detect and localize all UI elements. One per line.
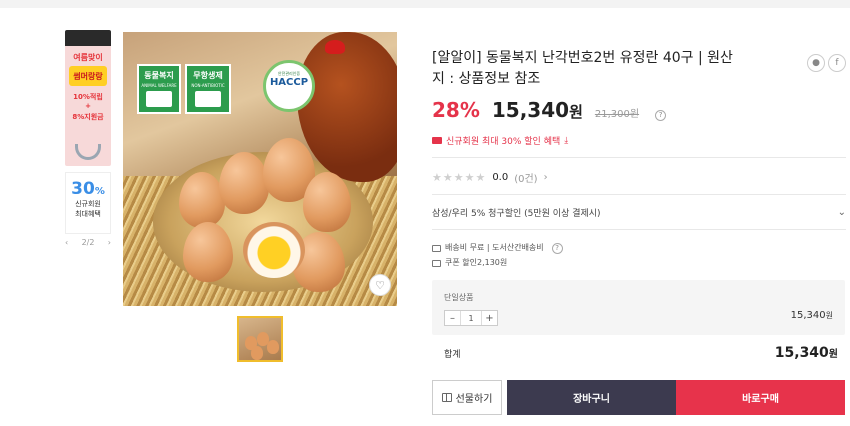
minus-icon[interactable]: – xyxy=(445,311,460,325)
shipping-info-icon[interactable]: ? xyxy=(551,242,563,254)
product-title: [알알이] 동물복지 난각번호2번 유정란 40구 | 원산지 : 상품정보 참… xyxy=(432,50,733,87)
promo-banner[interactable]: 여름맞이 썸머랑랑 10%적립 + 8%지원금 30% 신규회원 최대혜택 ‹ … xyxy=(65,30,111,250)
chevron-left-icon[interactable]: ‹ xyxy=(65,238,68,247)
promo-line-3: 8%지원금 xyxy=(72,113,104,121)
coupon-discount-text: 쿠폰 할인2,130원 xyxy=(445,258,508,267)
shipping-text: 배송비 무료 | 도서산간배송비 xyxy=(445,243,544,252)
egg xyxy=(303,172,351,232)
card-benefit-text: 삼성/우리 5% 청구할인 (5만원 이상 결제시) xyxy=(432,208,601,219)
animal-welfare-badge: 동물복지 ANIMAL WELFARE xyxy=(137,64,181,114)
card-benefit-dropdown[interactable]: 삼성/우리 5% 청구할인 (5만원 이상 결제시) ⌄ xyxy=(432,195,846,229)
price-info-icon[interactable]: ? xyxy=(655,109,667,121)
download-icon[interactable]: ⤓ xyxy=(564,136,568,146)
option-price: 15,340원 xyxy=(790,310,833,321)
hen-comb xyxy=(325,40,345,54)
promo-pager-text: 2/2 xyxy=(81,238,95,247)
coupon-ticket-icon xyxy=(432,137,442,144)
original-price: 21,300원 xyxy=(594,109,640,120)
chevron-down-icon: ⌄ xyxy=(837,206,846,218)
coupon-discount-info: 쿠폰 할인2,130원 xyxy=(432,257,846,269)
gift-button[interactable]: 선물하기 xyxy=(432,380,502,415)
divider xyxy=(432,157,846,158)
cracked-egg-yolk xyxy=(243,222,305,278)
promo-line-2: + xyxy=(85,102,91,110)
plus-icon[interactable]: + xyxy=(482,311,497,325)
product-info-panel: [알알이] 동물복지 난각번호2번 유정란 40구 | 원산지 : 상품정보 참… xyxy=(432,48,846,269)
star-rating-icon: ★★★★★ xyxy=(432,170,487,184)
coupon-text: 신규회원 최대 30% 할인 혜택 xyxy=(446,137,561,147)
chevron-right-icon: › xyxy=(543,171,548,183)
quantity-stepper[interactable]: – 1 + xyxy=(444,310,498,326)
promo-new-member-card[interactable]: 30% 신규회원 최대혜택 xyxy=(65,172,111,234)
product-thumbnail[interactable] xyxy=(237,316,283,362)
quantity-value[interactable]: 1 xyxy=(460,311,482,325)
sale-price: 15,340원 xyxy=(491,98,583,122)
option-name: 단일상품 xyxy=(444,293,474,302)
price-row: 28% 15,340원 21,300원 ? xyxy=(432,98,846,122)
review-count: (0건) xyxy=(514,173,538,185)
share-buttons: ● f xyxy=(807,54,846,72)
promo-line-1: 10%적립 xyxy=(73,93,103,101)
total-label: 합계 xyxy=(444,350,461,360)
truck-icon xyxy=(432,244,441,252)
heart-icon[interactable]: ♡ xyxy=(369,274,391,296)
egg xyxy=(183,222,233,282)
total-price: 15,340원 xyxy=(774,345,838,361)
promo-pager: ‹ 2/2 › xyxy=(65,238,111,247)
rating-row[interactable]: ★★★★★ 0.0 (0건) › xyxy=(432,168,846,186)
discount-rate: 28% xyxy=(432,98,480,122)
shipping-info: 배송비 무료 | 도서산간배송비 ? xyxy=(432,242,846,254)
promo-title: 여름맞이 xyxy=(73,53,103,62)
promo-decoration xyxy=(75,144,101,160)
haccp-badge: 안전관리인증 HACCP xyxy=(263,60,315,112)
gift-label: 선물하기 xyxy=(455,394,493,405)
coupon-icon xyxy=(432,259,441,267)
non-antibiotic-badge: 무항생제 NON-ANTIBIOTIC xyxy=(185,64,231,114)
divider xyxy=(432,229,846,230)
promo-new-line-2: 최대혜택 xyxy=(75,210,101,218)
product-main-image: 동물복지 ANIMAL WELFARE 무항생제 NON-ANTIBIOTIC … xyxy=(123,32,397,306)
promo-summer-card[interactable]: 여름맞이 썸머랑랑 10%적립 + 8%지원금 xyxy=(65,30,111,166)
promo-new-line-1: 신규회원 xyxy=(75,200,101,208)
rating-value: 0.0 xyxy=(492,171,509,183)
chat-share-icon[interactable]: ● xyxy=(807,54,825,72)
gift-icon xyxy=(441,393,452,402)
new-member-coupon[interactable]: 신규회원 최대 30% 할인 혜택 ⤓ xyxy=(432,134,846,147)
top-nav-strip xyxy=(0,0,850,8)
buy-now-button[interactable]: 바로구매 xyxy=(676,380,845,415)
facebook-share-icon[interactable]: f xyxy=(828,54,846,72)
option-box: 단일상품 – 1 + 15,340원 xyxy=(432,280,845,335)
add-to-cart-button[interactable]: 장바구니 xyxy=(507,380,676,415)
promo-percent: 30% xyxy=(71,179,105,199)
chevron-right-icon[interactable]: › xyxy=(108,238,111,247)
egg xyxy=(179,172,225,228)
promo-badge: 썸머랑랑 xyxy=(69,66,107,86)
egg xyxy=(219,152,269,214)
